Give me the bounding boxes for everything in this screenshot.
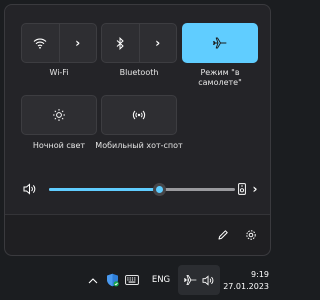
night-light-label: Ночной свет xyxy=(32,141,86,150)
gear-icon xyxy=(246,230,256,240)
clock-time: 9:19 xyxy=(251,270,269,279)
night-light-toggle[interactable] xyxy=(21,95,97,135)
speaker-icon xyxy=(23,183,36,195)
wifi-tile: › xyxy=(21,23,97,63)
chevron-up-icon xyxy=(88,277,98,283)
settings-button[interactable] xyxy=(243,227,259,243)
airplane-icon xyxy=(213,37,227,49)
clock-button[interactable]: 9:19 27.01.2023 xyxy=(223,269,269,293)
volume-slider-fill xyxy=(49,188,159,191)
audio-output-button[interactable] xyxy=(236,181,248,197)
taskbar: ENG 9:19 27.01.2023 xyxy=(0,261,275,300)
clock-date: 27.01.2023 xyxy=(223,282,269,291)
mobile-hotspot-label: Мобильный хот-спот xyxy=(95,141,183,150)
defender-icon xyxy=(106,273,119,287)
bluetooth-label: Bluetooth xyxy=(119,68,159,77)
wifi-label: Wi-Fi xyxy=(49,68,69,77)
wifi-toggle-button[interactable] xyxy=(22,24,59,62)
audio-device-icon xyxy=(238,183,246,195)
volume-slider[interactable] xyxy=(49,183,235,196)
quick-settings-footer xyxy=(5,214,270,255)
airplane-tray-icon xyxy=(183,273,197,287)
chevron-right-icon: › xyxy=(155,36,161,50)
quick-settings-tray-button[interactable] xyxy=(178,265,220,295)
mobile-hotspot-toggle[interactable] xyxy=(101,95,177,135)
bluetooth-toggle-button[interactable] xyxy=(102,24,139,62)
windows-security-tray-icon[interactable] xyxy=(104,272,120,288)
input-language-indicator[interactable]: ENG xyxy=(150,273,172,287)
airplane-mode-label: Режим "в самолете" xyxy=(198,68,242,87)
edit-quick-settings-button[interactable] xyxy=(215,227,231,243)
keyboard-icon xyxy=(125,275,139,285)
airplane-mode-toggle[interactable] xyxy=(182,23,258,63)
show-hidden-icons-button[interactable] xyxy=(86,273,100,287)
speaker-icon xyxy=(202,274,213,286)
chevron-right-icon: › xyxy=(75,36,81,50)
airplane-icon xyxy=(183,274,196,286)
pencil-icon xyxy=(218,230,228,240)
quick-settings-panel: › Wi-Fi › Bluetooth Режим "в самолете" Н… xyxy=(4,4,271,256)
chevron-right-icon: › xyxy=(252,182,258,196)
brightness-icon xyxy=(53,109,65,121)
wifi-icon xyxy=(33,38,47,49)
wifi-expand-button[interactable]: › xyxy=(58,24,97,62)
mute-button[interactable] xyxy=(21,181,39,197)
volume-slider-thumb[interactable] xyxy=(152,183,166,196)
hotspot-icon xyxy=(132,110,146,120)
touch-keyboard-button[interactable] xyxy=(124,273,140,287)
audio-output-expand-button[interactable]: › xyxy=(249,181,261,197)
volume-tray-icon xyxy=(201,273,215,287)
bluetooth-tile: › xyxy=(101,23,177,63)
bluetooth-expand-button[interactable]: › xyxy=(138,24,177,62)
bluetooth-icon xyxy=(116,36,124,50)
